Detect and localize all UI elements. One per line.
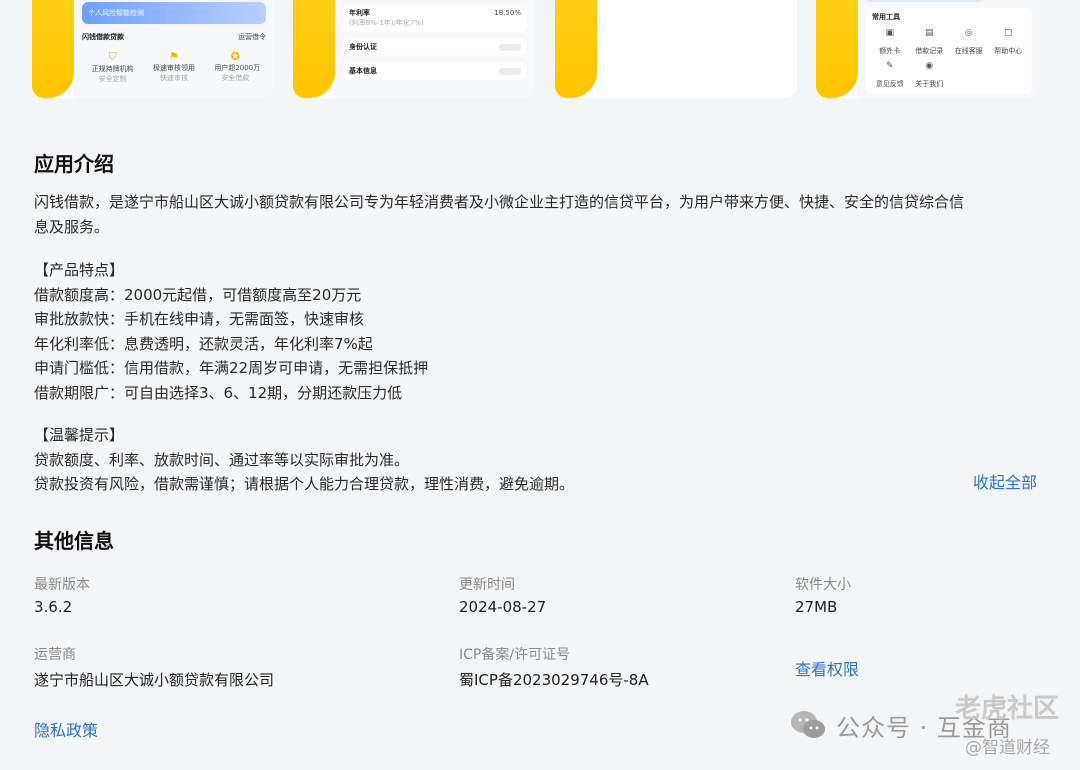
info-icon: ◉: [925, 61, 934, 71]
feature-item: ⛉ 正规持牌机构 安全定制: [92, 50, 134, 84]
tool-label: 意见反馈: [875, 80, 904, 88]
tip-line: 贷款额度、利率、放款时间、通过率等以实际审批为准。: [34, 450, 410, 469]
version-label: 最新版本: [34, 577, 90, 593]
tips-heading: 【温馨提示】: [34, 426, 125, 444]
basic-info-label: 基本信息: [349, 67, 377, 75]
screenshot-content: 常用工具 ▣ 额外卡 ▤ 借款记录 ◎ 在线客服 ▢ 帮助中心 ✎ 意见反馈 ◉ 关于我们: [858, 0, 1040, 98]
verify-row: 身份认证: [343, 38, 527, 56]
feature-line: 审批放款快：手机在线申请，无需面签，快速审核: [34, 310, 365, 328]
feature-item: ⚑ 极速审核领用 快速审核: [153, 50, 195, 84]
tool-label: 借款记录: [915, 47, 944, 55]
tools-grid: ▣ 额外卡 ▤ 借款记录 ◎ 在线客服 ▢ 帮助中心 ✎ 意见反馈 ◉ 关于我们: [872, 28, 1026, 90]
operator-value: 遂宁市船山区大诚小额贷款有限公司: [34, 671, 275, 689]
intro-paragraph: 闪钱借款，是遂宁市船山区大诚小额贷款有限公司专为年轻消费者及小微企业主打造的信贷…: [34, 193, 965, 236]
screenshot-2[interactable]: 年利率 18.50% (利率8%-1年)/年化7%) 身份认证 基本信息: [293, 0, 535, 98]
basic-info-row: 基本信息: [343, 62, 527, 80]
update-value: 2024-08-27: [459, 598, 547, 616]
loan-section-tag: 运营借令: [238, 33, 266, 41]
screenshot-content: 个人风险智能检测 闪钱借款贷款 运营借令 ⛉ 正规持牌机构 安全定制 ⚑ 极速审…: [74, 0, 274, 98]
tool-item: ◎ 在线客服: [951, 28, 987, 57]
intro-title: 应用介绍: [34, 152, 114, 176]
verify-row-pill: [499, 43, 521, 51]
tool-item: ▤ 借款记录: [912, 28, 948, 57]
loan-section-title: 闪钱借款贷款: [82, 33, 124, 41]
feature-item: ✪ 用户超2000万 安全借款: [214, 50, 261, 84]
tool-label: 关于我们: [915, 80, 944, 88]
update-label: 更新时间: [459, 577, 515, 593]
screenshot-3[interactable]: [555, 0, 797, 98]
other-info-title: 其他信息: [34, 529, 114, 553]
size-value: 27MB: [795, 598, 838, 616]
feature-line: 借款期限广：可自由选择3、6、12期，分期还款压力低: [34, 383, 403, 402]
screenshot-content: 年利率 18.50% (利率8%-1年)/年化7%) 身份认证 基本信息: [335, 0, 535, 98]
feature-label: 极速审核领用: [152, 64, 195, 72]
top-bar: [866, 0, 983, 2]
screenshot-4[interactable]: 常用工具 ▣ 额外卡 ▤ 借款记录 ◎ 在线客服 ▢ 帮助中心 ✎ 意见反馈 ◉ 关于我们: [816, 0, 1040, 98]
screenshot-1[interactable]: 个人风险智能检测 闪钱借款贷款 运营借令 ⛉ 正规持牌机构 安全定制 ⚑ 极速审…: [32, 0, 274, 98]
screenshot-yellow-bar: [816, 0, 858, 98]
size-label: 软件大小: [795, 577, 851, 593]
wechat-icon: [791, 711, 825, 738]
tool-item: ✎ 意见反馈: [872, 61, 908, 90]
tool-label: 额外卡: [879, 47, 901, 55]
support-icon: ◎: [964, 28, 973, 38]
basic-info-pill: [499, 67, 521, 75]
tool-item: ▣ 额外卡: [872, 28, 908, 57]
tool-item: ▢ 帮助中心: [991, 28, 1027, 57]
features-heading: 【产品特点】: [34, 261, 125, 279]
feature-sub: 安全借款: [221, 74, 250, 82]
features-block: 【产品特点】 借款额度高：2000元起借，可借额度高至20万元 审批放款快：手机…: [34, 258, 964, 405]
version-value: 3.6.2: [34, 598, 73, 616]
tool-label: 在线客服: [954, 47, 983, 55]
screenshot-content: [597, 0, 797, 98]
rate-label: 年利率: [349, 9, 370, 17]
tool-item: ◉ 关于我们: [912, 61, 948, 90]
rate-value: 18.50%: [494, 9, 521, 17]
rate-sub: (利率8%-1年)/年化7%): [349, 19, 424, 27]
tool-label: 帮助中心: [994, 47, 1023, 55]
flag-icon: ⚑: [169, 50, 179, 63]
privacy-policy-link[interactable]: 隐私政策: [34, 717, 98, 741]
screenshot-yellow-bar: [293, 0, 335, 98]
feature-icons: ⛉ 正规持牌机构 安全定制 ⚑ 极速审核领用 快速审核 ✪ 用户超2000万 安…: [82, 50, 266, 84]
feature-line: 申请门槛低：信用借款，年满22周岁可申请，无需担保抵押: [34, 359, 429, 377]
icp-label: ICP备案/许可证号: [459, 647, 571, 663]
feature-sub: 安全定制: [98, 75, 127, 83]
medal-icon: ✪: [230, 50, 240, 63]
verify-row-label: 身份认证: [349, 43, 377, 51]
watermark-handle: @智道财经: [965, 738, 1050, 758]
feature-sub: 快速审核: [159, 74, 188, 82]
tools-title: 常用工具: [872, 13, 900, 21]
edit-icon: ✎: [885, 61, 894, 71]
grid-icon: ▣: [885, 28, 894, 38]
icp-value: 蜀ICP备2023029746号-8A: [459, 671, 649, 689]
shield-icon: ⛉: [108, 50, 117, 63]
operator-label: 运营商: [34, 647, 76, 663]
tip-line: 贷款投资有风险，借款需谨慎；请根据个人能力合理贷款，理性消费，避免逾期。: [34, 475, 575, 493]
card-icon: ▤: [924, 28, 934, 38]
tips-block: 【温馨提示】 贷款额度、利率、放款时间、通过率等以实际审批为准。 贷款投资有风险…: [34, 423, 964, 497]
feature-line: 年化利率低：息费透明，还款灵活，年化利率7%起: [34, 334, 373, 353]
feature-line: 借款额度高：2000元起借，可借额度高至20万元: [34, 285, 362, 304]
view-permissions-link[interactable]: 查看权限: [795, 656, 859, 680]
rate-card: 年利率 18.50% (利率8%-1年)/年化7%): [343, 4, 527, 32]
screenshot-gallery[interactable]: 个人风险智能检测 闪钱借款贷款 运营借令 ⛉ 正规持牌机构 安全定制 ⚑ 极速审…: [0, 0, 1080, 98]
tools-card: 常用工具 ▣ 额外卡 ▤ 借款记录 ◎ 在线客服 ▢ 帮助中心 ✎ 意见反馈 ◉ 关于我们: [866, 8, 1032, 94]
screenshot-yellow-bar: [555, 0, 597, 98]
collapse-all-link[interactable]: 收起全部: [973, 469, 1037, 493]
help-icon: ▢: [1003, 28, 1013, 38]
screenshot-yellow-bar: [32, 0, 74, 98]
risk-check-banner: 个人风险智能检测: [82, 2, 266, 24]
watermark-brand: 老虎社区: [955, 694, 1060, 724]
feature-label: 用户超2000万: [214, 64, 261, 72]
feature-label: 正规持牌机构: [91, 65, 134, 73]
